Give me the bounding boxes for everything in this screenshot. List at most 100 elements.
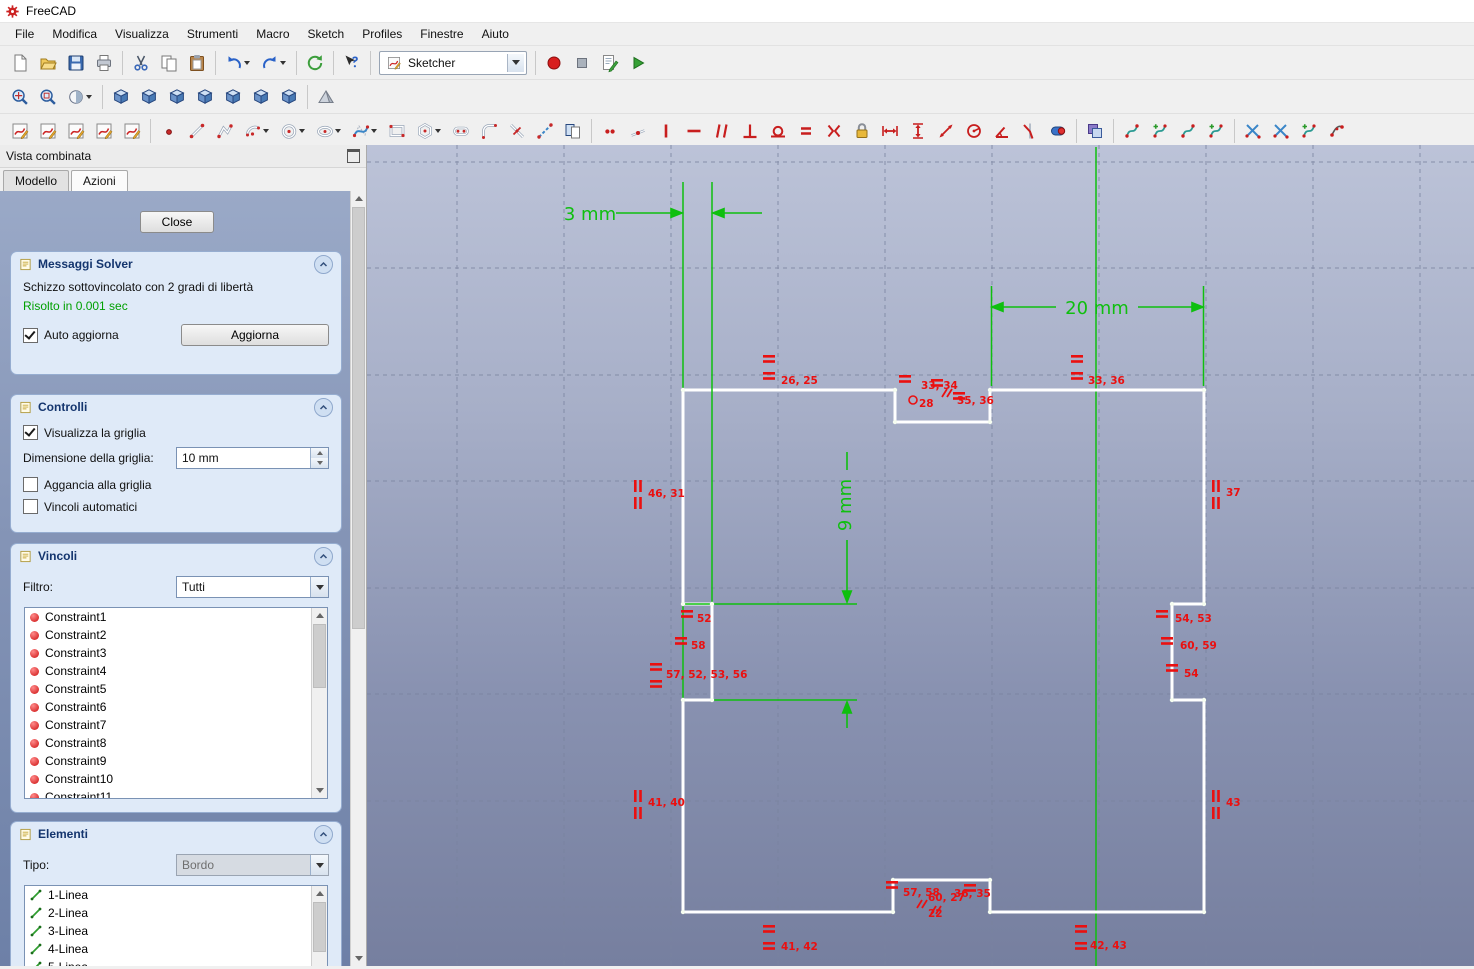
- float-panel-icon[interactable]: [347, 149, 360, 163]
- menu-visualizza[interactable]: Visualizza: [106, 24, 178, 44]
- view-left-button[interactable]: [275, 83, 303, 111]
- snap-grid-checkbox[interactable]: [23, 477, 38, 492]
- carbon-copy-button[interactable]: [559, 117, 587, 145]
- rectangle-button[interactable]: [383, 117, 411, 145]
- elements-header[interactable]: Elementi: [11, 822, 341, 846]
- sketch-vertices[interactable]: [680, 387, 1207, 915]
- panel-scrollbar[interactable]: [350, 191, 366, 966]
- trim-button[interactable]: [503, 117, 531, 145]
- point-button[interactable]: [155, 117, 183, 145]
- menu-file[interactable]: File: [6, 24, 43, 44]
- constraint-list-item[interactable]: Constraint7: [25, 716, 327, 734]
- view-axonometric-button[interactable]: [107, 83, 135, 111]
- arc-button[interactable]: [239, 117, 275, 145]
- update-button[interactable]: Aggiorna: [181, 324, 329, 346]
- constraint-label[interactable]: 57, 52, 53, 56: [666, 669, 747, 681]
- redo-button[interactable]: [256, 49, 292, 77]
- constrain-radius-button[interactable]: [960, 117, 988, 145]
- scroll-up-button[interactable]: [312, 886, 327, 901]
- whats-this-button[interactable]: [338, 49, 366, 77]
- validate-sketch-button[interactable]: [118, 117, 146, 145]
- scroll-up-button[interactable]: [312, 608, 327, 623]
- menu-modifica[interactable]: Modifica: [43, 24, 106, 44]
- show-grid-checkbox[interactable]: [23, 425, 38, 440]
- constraint-label[interactable]: 33, 36: [1088, 375, 1125, 387]
- constraint-label[interactable]: 35, 36: [957, 395, 994, 407]
- constraint-list-item[interactable]: Constraint10: [25, 770, 327, 788]
- constraint-label[interactable]: 36, 35: [954, 888, 991, 900]
- constrain-distance-x-button[interactable]: [876, 117, 904, 145]
- polyline-button[interactable]: [211, 117, 239, 145]
- circle-button[interactable]: [275, 117, 311, 145]
- bspline-button[interactable]: [347, 117, 383, 145]
- elements-list-scrollbar[interactable]: [311, 886, 327, 966]
- constraint-label[interactable]: 42, 43: [1090, 940, 1127, 952]
- bspline-dropdown-caret[interactable]: [370, 128, 377, 133]
- cut-button[interactable]: [127, 49, 155, 77]
- auto-update-checkbox[interactable]: [23, 327, 38, 343]
- constraint-list-item[interactable]: Constraint1: [25, 608, 327, 626]
- scrollbar-thumb[interactable]: [352, 207, 365, 629]
- menu-finestre[interactable]: Finestre: [411, 24, 472, 44]
- print-button[interactable]: [90, 49, 118, 77]
- scroll-down-button[interactable]: [351, 951, 366, 966]
- constrain-perpendicular-button[interactable]: [736, 117, 764, 145]
- paste-button[interactable]: [183, 49, 211, 77]
- clipping-plane-button[interactable]: [312, 83, 340, 111]
- constrain-distance-y-button[interactable]: [904, 117, 932, 145]
- collapse-button[interactable]: [314, 397, 333, 417]
- close-task-button[interactable]: Close: [140, 211, 214, 233]
- constraint-label[interactable]: 52: [697, 613, 712, 625]
- line-button[interactable]: [183, 117, 211, 145]
- collapse-button[interactable]: [314, 254, 333, 274]
- draw-style-button[interactable]: [62, 83, 98, 111]
- constraint-label[interactable]: 37: [1226, 487, 1241, 499]
- element-list-item[interactable]: 5-Linea: [25, 958, 327, 966]
- draw-style-dropdown-caret[interactable]: [85, 94, 92, 99]
- dimension-20mm-label[interactable]: 20 mm: [1065, 298, 1129, 319]
- constrain-vertical-button[interactable]: [652, 117, 680, 145]
- stop-macro-button[interactable]: [568, 49, 596, 77]
- undo-button[interactable]: [220, 49, 256, 77]
- scroll-down-button[interactable]: [312, 783, 327, 798]
- menu-sketch[interactable]: Sketch: [299, 24, 354, 44]
- redo-dropdown-caret[interactable]: [279, 60, 286, 65]
- execute-macro-button[interactable]: [624, 49, 652, 77]
- constrain-angle-button[interactable]: [988, 117, 1016, 145]
- constraints-list-scrollbar[interactable]: [311, 608, 327, 798]
- constraint-list-item[interactable]: Constraint3: [25, 644, 327, 662]
- toggle-driving-constraint-button[interactable]: [1044, 117, 1072, 145]
- view-bottom-button[interactable]: [247, 83, 275, 111]
- collapse-button[interactable]: [314, 824, 333, 844]
- constrain-tangent-button[interactable]: [764, 117, 792, 145]
- constrain-lock-button[interactable]: [848, 117, 876, 145]
- fillet-button[interactable]: [475, 117, 503, 145]
- record-macro-button[interactable]: [540, 49, 568, 77]
- constrain-coincident-button[interactable]: [596, 117, 624, 145]
- constrain-parallel-button[interactable]: [708, 117, 736, 145]
- fit-selection-button[interactable]: [34, 83, 62, 111]
- parallel-constraint-marks[interactable]: [908, 388, 953, 915]
- elements-list[interactable]: 1-Linea 2-Linea 3-Linea 4-Linea 5-Linea: [24, 885, 328, 966]
- tab-azioni[interactable]: Azioni: [71, 170, 128, 191]
- constraint-label[interactable]: 43: [1226, 797, 1241, 809]
- refresh-button[interactable]: [301, 49, 329, 77]
- constraint-label[interactable]: 28: [919, 398, 934, 410]
- constrain-equal-button[interactable]: [792, 117, 820, 145]
- scrollbar-thumb[interactable]: [313, 902, 326, 952]
- element-list-item[interactable]: 1-Linea: [25, 886, 327, 904]
- show-bspline-knots-button[interactable]: [1202, 117, 1230, 145]
- constraint-label[interactable]: 58: [691, 640, 706, 652]
- view-top-button[interactable]: [163, 83, 191, 111]
- save-button[interactable]: [62, 49, 90, 77]
- dimension-3mm[interactable]: [616, 207, 762, 219]
- leave-sketch-button[interactable]: [62, 117, 90, 145]
- constrain-snell-button[interactable]: [1016, 117, 1044, 145]
- element-list-item[interactable]: 2-Linea: [25, 904, 327, 922]
- dimension-3mm-label[interactable]: 3 mm: [564, 204, 616, 225]
- conic-button[interactable]: [311, 117, 347, 145]
- copy-button[interactable]: [155, 49, 183, 77]
- circle-dropdown-caret[interactable]: [298, 128, 305, 133]
- workbench-dropdown-button[interactable]: [507, 53, 524, 72]
- constraint-label[interactable]: 54: [1184, 668, 1199, 680]
